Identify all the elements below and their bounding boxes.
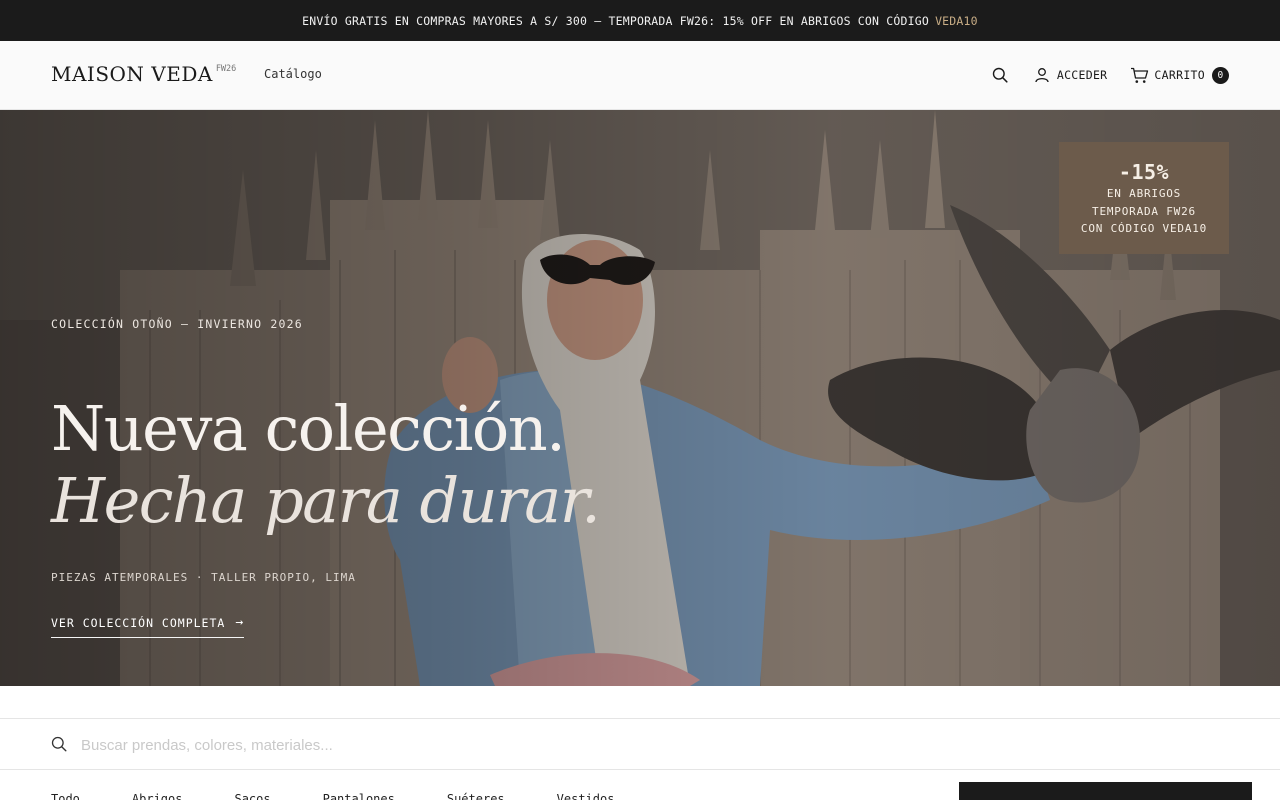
site-header: MAISON VEDA FW26 Catálogo ACCEDER CARRIT…: [0, 41, 1280, 110]
cart-count-badge: 0: [1212, 66, 1229, 84]
filter-pants[interactable]: Pantalones: [323, 792, 395, 800]
hero-headline-line1: Nueva colección.: [51, 392, 566, 465]
hero-eyebrow: COLECCIÓN OTOÑO — INVIERNO 2026: [51, 317, 303, 331]
promo-bar: ENVÍO GRATIS EN COMPRAS MAYORES A S/ 300…: [0, 0, 1280, 41]
discount-line-3: CON CÓDIGO VEDA10: [1080, 222, 1208, 235]
hero-headline: Nueva colección. Hecha para durar.: [51, 392, 601, 537]
logo-season: FW26: [215, 64, 237, 74]
filter-dresses[interactable]: Vestidos: [557, 792, 615, 800]
view-collection-link[interactable]: VER COLECCIÓN COMPLETA →: [51, 615, 245, 638]
hero-headline-line2: Hecha para durar.: [51, 464, 601, 537]
cart-label: CARRITO: [1154, 68, 1205, 82]
hero-banner: COLECCIÓN OTOÑO — INVIERNO 2026 Nueva co…: [0, 110, 1280, 686]
arrow-right-icon: →: [235, 615, 245, 630]
filter-blazers[interactable]: Sacos: [234, 792, 270, 800]
discount-line-2: TEMPORADA FW26: [1092, 204, 1196, 218]
promo-code: VEDA10: [935, 13, 978, 28]
header-actions: ACCEDER CARRITO 0: [990, 63, 1229, 87]
filter-sweaters[interactable]: Suéteres: [447, 792, 505, 800]
product-search-bar: [0, 718, 1280, 770]
discount-badge: -15% EN ABRIGOS TEMPORADA FW26 CON CÓDIG…: [1059, 142, 1229, 254]
search-icon: [51, 736, 67, 756]
promo-text: ENVÍO GRATIS EN COMPRAS MAYORES A S/ 300…: [302, 13, 930, 28]
nav-catalog-link[interactable]: Catálogo: [264, 67, 322, 81]
view-collection-label: VER COLECCIÓN COMPLETA: [51, 615, 226, 630]
cart-icon: [1129, 65, 1149, 85]
login-button[interactable]: ACCEDER: [1032, 65, 1108, 85]
filter-all[interactable]: Todo: [51, 792, 80, 800]
discount-percent: -15%: [1118, 160, 1170, 184]
hero-subtitle: PIEZAS ATEMPORALES · TALLER PROPIO, LIMA: [51, 571, 356, 584]
category-filters: Todo Abrigos Sacos Pantalones Suéteres V…: [51, 792, 666, 800]
login-label: ACCEDER: [1056, 68, 1108, 82]
logo[interactable]: MAISON VEDA FW26: [51, 62, 236, 86]
discount-line-1: EN ABRIGOS: [1106, 187, 1182, 200]
search-icon[interactable]: [990, 65, 1010, 85]
sidebar-panel: [959, 782, 1252, 800]
product-search-input[interactable]: [81, 732, 881, 758]
user-icon: [1032, 65, 1052, 85]
cart-button[interactable]: CARRITO 0: [1129, 65, 1229, 85]
logo-text: MAISON VEDA: [51, 62, 213, 86]
filter-coats[interactable]: Abrigos: [132, 792, 183, 800]
